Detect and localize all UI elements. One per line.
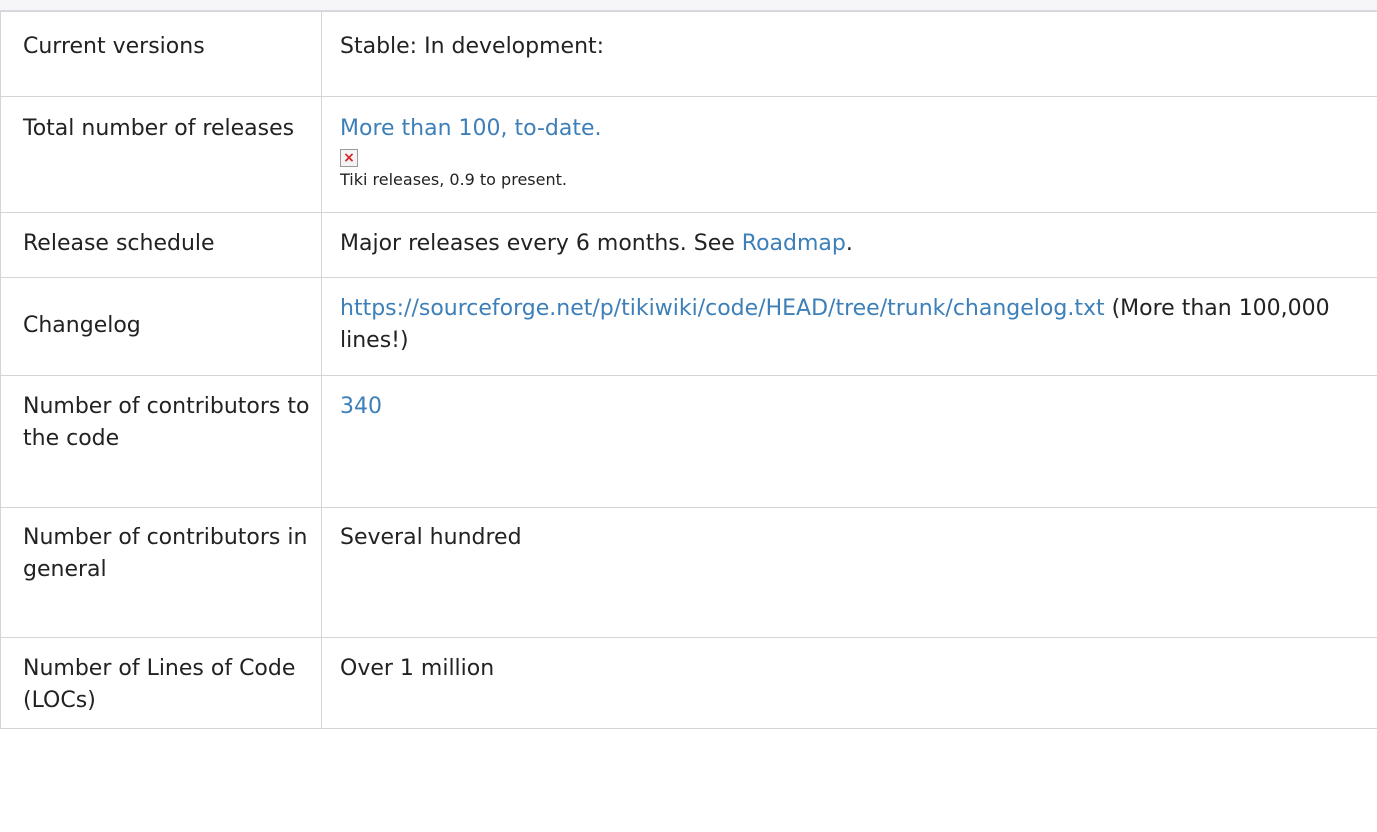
lines-of-code-label: Number of Lines of Code (LOCs) <box>23 656 296 713</box>
row-label-cell: Changelog <box>0 277 322 376</box>
row-value-cell: Major releases every 6 months. See Roadm… <box>321 212 1377 278</box>
row-label-cell: Number of Lines of Code (LOCs) <box>0 637 322 729</box>
table-row-release-schedule: Release schedule Major releases every 6 … <box>0 212 1377 278</box>
contributors-count-link[interactable]: 340 <box>340 394 382 419</box>
project-info-table: Current versions Stable: In development:… <box>0 11 1377 729</box>
release-schedule-label: Release schedule <box>23 231 215 256</box>
row-label-cell: Release schedule <box>0 212 322 278</box>
row-value-cell: https://sourceforge.net/p/tikiwiki/code/… <box>321 277 1377 376</box>
table-row-contributors-code: Number of contributors to the code 340 <box>0 375 1377 508</box>
row-value-cell: Stable: In development: <box>321 11 1377 97</box>
current-versions-value: Stable: In development: <box>340 34 605 59</box>
table-row-lines-of-code: Number of Lines of Code (LOCs) Over 1 mi… <box>0 637 1377 729</box>
top-bar <box>0 0 1377 11</box>
lines-of-code-value: Over 1 million <box>340 656 495 681</box>
table-row-total-releases: Total number of releases More than 100, … <box>0 96 1377 213</box>
row-label-cell: Number of contributors in general <box>0 507 322 638</box>
release-schedule-suffix: . <box>845 231 853 256</box>
row-value-cell: More than 100, to-date. × Tiki releases,… <box>321 96 1377 213</box>
row-value-cell: 340 <box>321 375 1377 508</box>
contributors-general-value: Several hundred <box>340 525 522 550</box>
row-value-cell: Over 1 million <box>321 637 1377 729</box>
table-row-current-versions: Current versions Stable: In development: <box>0 11 1377 97</box>
broken-image-icon: × <box>340 149 358 167</box>
release-schedule-text: Major releases every 6 months. See <box>340 231 742 256</box>
releases-caption: Tiki releases, 0.9 to present. <box>340 170 567 189</box>
row-value-cell: Several hundred <box>321 507 1377 638</box>
row-label-cell: Number of contributors to the code <box>0 375 322 508</box>
changelog-label: Changelog <box>23 313 141 338</box>
changelog-link[interactable]: https://sourceforge.net/p/tikiwiki/code/… <box>340 296 1105 321</box>
row-label-cell: Total number of releases <box>0 96 322 213</box>
table-row-changelog: Changelog https://sourceforge.net/p/tiki… <box>0 277 1377 376</box>
contributors-code-label: Number of contributors to the code <box>23 394 310 451</box>
row-label-cell: Current versions <box>0 11 322 97</box>
contributors-general-label: Number of contributors in general <box>23 525 308 582</box>
table-row-contributors-general: Number of contributors in general Severa… <box>0 507 1377 638</box>
releases-link[interactable]: More than 100, to-date. <box>340 116 602 141</box>
roadmap-link[interactable]: Roadmap <box>742 231 846 256</box>
current-versions-label: Current versions <box>23 34 205 59</box>
total-releases-label: Total number of releases <box>23 116 295 141</box>
